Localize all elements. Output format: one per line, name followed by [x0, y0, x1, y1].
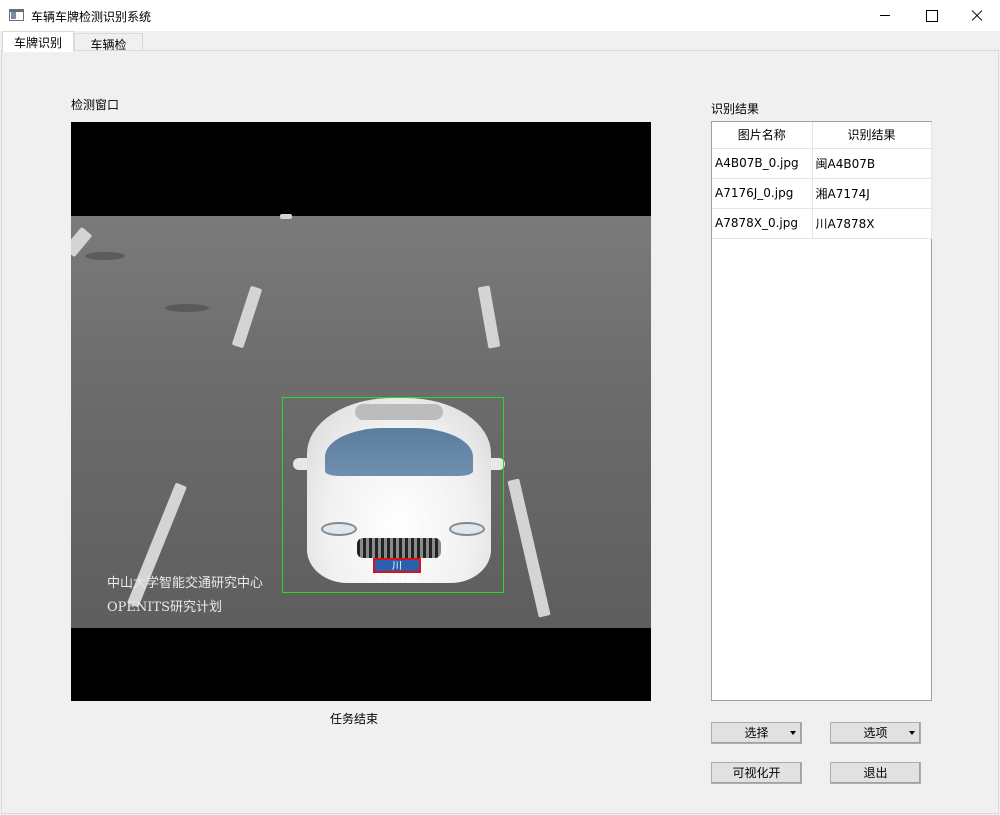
- detection-image-view: 川A·7878X 中山大学智能交通研究中心 OPENITS研究计划: [71, 122, 651, 701]
- cell-image-name[interactable]: A7878X_0.jpg: [712, 208, 813, 239]
- cell-image-name[interactable]: A7176J_0.jpg: [712, 178, 813, 209]
- tab-plate-recognition[interactable]: 车牌识别: [2, 31, 74, 52]
- exit-button[interactable]: 退出: [830, 762, 921, 784]
- window-title: 车辆车牌检测识别系统: [31, 10, 152, 24]
- column-header-image-name[interactable]: 图片名称: [712, 122, 813, 149]
- options-button[interactable]: 选项: [830, 722, 921, 744]
- watermark-line-2: OPENITS研究计划: [107, 600, 222, 615]
- table-row[interactable]: A4B07B_0.jpg 闽A4B07B: [712, 148, 932, 179]
- results-table[interactable]: 图片名称 识别结果 A4B07B_0.jpg 闽A4B07B A7176J_0.…: [711, 121, 932, 701]
- manhole: [165, 304, 209, 312]
- options-button-label: 选项: [863, 726, 888, 740]
- select-button-label: 选择: [744, 726, 769, 740]
- table-row[interactable]: A7176J_0.jpg 湘A7174J: [712, 178, 932, 209]
- chevron-down-icon: [909, 731, 915, 735]
- select-button[interactable]: 选择: [711, 722, 802, 744]
- maximize-icon[interactable]: [908, 0, 954, 31]
- cell-image-name[interactable]: A4B07B_0.jpg: [712, 148, 813, 179]
- manhole: [85, 252, 125, 260]
- minimize-icon[interactable]: [862, 0, 908, 31]
- title-bar: 车辆车牌检测识别系统: [0, 0, 1000, 31]
- table-row[interactable]: A7878X_0.jpg 川A7878X: [712, 208, 932, 239]
- watermark-line-1: 中山大学智能交通研究中心: [107, 576, 264, 591]
- lane-marking: [280, 214, 292, 219]
- status-text: 任务结束: [330, 712, 379, 726]
- lane-marking: [477, 285, 501, 349]
- lane-marking: [231, 285, 263, 349]
- chevron-down-icon: [790, 731, 796, 735]
- results-label: 识别结果: [711, 102, 760, 116]
- table-header-row: 图片名称 识别结果: [712, 122, 932, 149]
- cell-result[interactable]: 湘A7174J: [812, 178, 932, 209]
- tab-bar: 车牌识别 车辆检索: [0, 31, 1000, 69]
- vehicle-detection-box: [282, 397, 504, 593]
- visualize-button[interactable]: 可视化开: [711, 762, 802, 784]
- column-header-result[interactable]: 识别结果: [812, 122, 932, 149]
- lane-marking: [507, 478, 551, 618]
- cell-result[interactable]: 闽A4B07B: [812, 148, 932, 179]
- tab-vehicle-search[interactable]: 车辆检索: [74, 33, 143, 69]
- close-icon[interactable]: [954, 0, 1000, 31]
- cell-result[interactable]: 川A7878X: [812, 208, 932, 239]
- detection-window-label: 检测窗口: [71, 98, 120, 112]
- app-window-icon: [9, 9, 24, 21]
